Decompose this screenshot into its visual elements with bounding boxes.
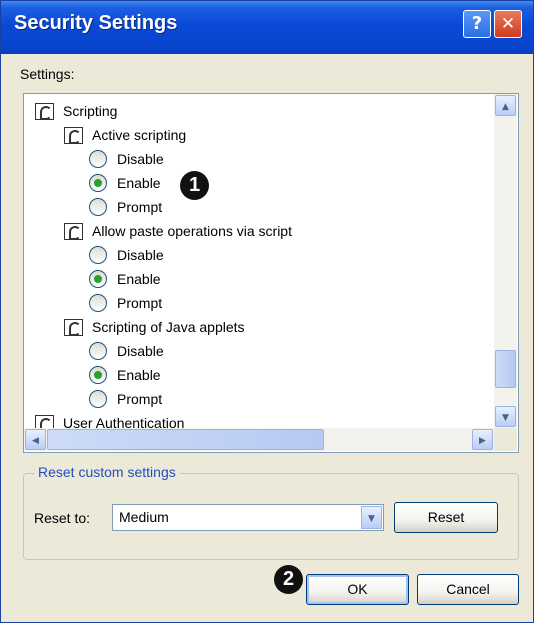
settings-label-text: Settings: <box>20 66 75 82</box>
chevron-right-icon: ▶ <box>479 436 486 446</box>
callout-badge-2: 2 <box>274 565 303 594</box>
close-icon: ✕ <box>500 14 516 34</box>
tree-item-label: Enable <box>117 367 161 383</box>
reset-to-label: Reset to: <box>34 510 91 526</box>
radio-selected-icon[interactable] <box>89 174 107 192</box>
tree-item-label: Disable <box>117 151 164 167</box>
chevron-down-icon: ▼ <box>502 413 509 423</box>
tree-item-label: Prompt <box>117 199 163 215</box>
tree-item-label: Enable <box>117 271 161 287</box>
horizontal-scrollbar[interactable]: ◀ ▶ <box>24 428 494 451</box>
scroll-left-button[interactable]: ◀ <box>25 429 46 450</box>
scroll-up-button[interactable]: ▲ <box>495 95 516 116</box>
help-button[interactable]: ? <box>463 10 491 38</box>
reset-custom-settings-group: Reset custom settings Reset to: Medium ▼… <box>23 464 519 560</box>
tree-item-label: Scripting <box>63 103 118 119</box>
tree-item-label: User Authentication <box>63 415 185 428</box>
reset-level-value: Medium <box>119 509 169 525</box>
scroll-down-button[interactable]: ▼ <box>495 406 516 427</box>
radio-unselected-icon[interactable] <box>89 150 107 168</box>
dropdown-button[interactable]: ▼ <box>361 506 382 529</box>
radio-unselected-icon[interactable] <box>89 246 107 264</box>
callout-badge-1: 1 <box>180 171 209 200</box>
chevron-up-icon: ▲ <box>502 102 509 112</box>
radio-unselected-icon[interactable] <box>89 294 107 312</box>
script-setting-icon <box>64 127 83 144</box>
script-setting-icon <box>64 223 83 240</box>
tree-item-label: Prompt <box>117 391 163 407</box>
tree-item-label: Prompt <box>117 295 163 311</box>
radio-selected-icon[interactable] <box>89 270 107 288</box>
script-setting-icon <box>35 415 54 428</box>
title-bar[interactable]: Security Settings ? ✕ <box>1 1 533 54</box>
cancel-button[interactable]: Cancel <box>417 574 519 605</box>
chevron-down-icon: ▼ <box>368 514 375 524</box>
script-setting-icon <box>35 103 54 120</box>
settings-tree[interactable]: Scripting Active scripting Disable Enable Pr… <box>24 94 494 428</box>
reset-button[interactable]: Reset <box>394 502 498 533</box>
radio-unselected-icon[interactable] <box>89 390 107 408</box>
vertical-scroll-thumb[interactable] <box>495 350 516 388</box>
script-setting-icon <box>64 319 83 336</box>
radio-unselected-icon[interactable] <box>89 198 107 216</box>
help-icon: ? <box>471 13 483 34</box>
radio-unselected-icon[interactable] <box>89 342 107 360</box>
radio-selected-icon[interactable] <box>89 366 107 384</box>
tree-item-label: Scripting of Java applets <box>92 319 245 335</box>
settings-list[interactable]: Scripting Active scripting Disable Enable Pr… <box>23 93 519 453</box>
ok-button[interactable]: OK <box>306 574 409 605</box>
tree-item-label: Active scripting <box>92 127 187 143</box>
security-settings-dialog: Security Settings ? ✕ Settings: Scriptin… <box>0 0 534 623</box>
horizontal-scroll-thumb[interactable] <box>47 429 324 450</box>
tree-item-label: Enable <box>117 175 161 191</box>
settings-label: Settings: <box>20 66 74 82</box>
tree-item-label: Disable <box>117 247 164 263</box>
tree-item-label: Disable <box>117 343 164 359</box>
scroll-corner <box>494 428 517 451</box>
group-title: Reset custom settings <box>34 464 180 480</box>
scroll-right-button[interactable]: ▶ <box>472 429 493 450</box>
vertical-scrollbar[interactable]: ▲ ▼ <box>494 94 517 428</box>
tree-item-label: Allow paste operations via script <box>92 223 292 239</box>
window-title: Security Settings <box>14 12 178 34</box>
close-button[interactable]: ✕ <box>494 10 522 38</box>
chevron-left-icon: ◀ <box>32 436 39 446</box>
reset-level-dropdown[interactable]: Medium ▼ <box>112 504 384 531</box>
